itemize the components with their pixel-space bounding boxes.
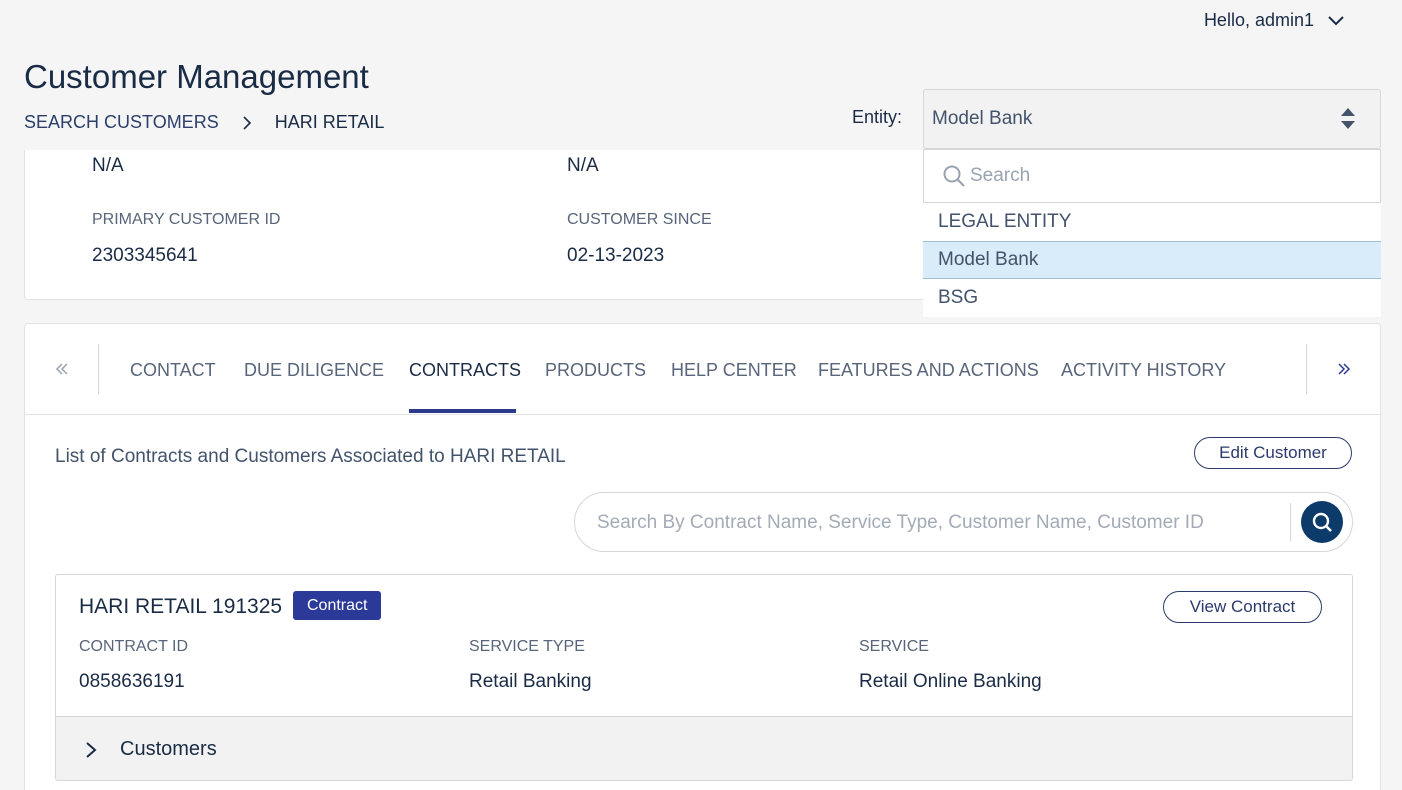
tab-features-and-actions[interactable]: FEATURES AND ACTIONS — [818, 360, 1039, 381]
contracts-search-button[interactable] — [1301, 501, 1343, 543]
tab-contact[interactable]: CONTACT — [130, 360, 216, 381]
search-icon — [943, 165, 965, 187]
entity-search-field[interactable]: Search — [923, 149, 1381, 203]
tab-help-center[interactable]: HELP CENTER — [671, 360, 797, 381]
contract-id-label: CONTRACT ID — [79, 638, 189, 655]
tabs-scroll-right-button[interactable] — [1306, 344, 1380, 394]
entity-label: Entity: — [852, 107, 903, 127]
active-tab-indicator — [409, 409, 516, 413]
contract-card: HARI RETAIL 191325 Contract View Contrac… — [55, 574, 1353, 781]
entity-select[interactable]: Model Bank — [923, 89, 1381, 149]
double-chevron-right-icon — [1337, 363, 1350, 375]
contract-title: HARI RETAIL 191325 — [79, 595, 283, 618]
view-contract-button[interactable]: View Contract — [1163, 591, 1322, 623]
service-type-label: SERVICE TYPE — [469, 638, 585, 655]
edit-customer-button[interactable]: Edit Customer — [1194, 437, 1352, 469]
sort-arrows-icon — [1341, 108, 1355, 129]
user-menu[interactable]: Hello, admin1 — [1204, 10, 1346, 31]
entity-option-model-bank[interactable]: Model Bank — [923, 241, 1381, 279]
user-greeting: Hello, admin1 — [1203, 10, 1314, 30]
tab-products[interactable]: PRODUCTS — [545, 360, 646, 381]
contract-badge: Contract — [293, 591, 382, 620]
customer-since-label: CUSTOMER SINCE — [567, 211, 712, 228]
primary-customer-id-label: PRIMARY CUSTOMER ID — [92, 211, 281, 228]
contract-id-value: 0858636191 — [79, 671, 185, 692]
search-icon — [1312, 512, 1332, 532]
chevron-right-icon — [243, 115, 251, 130]
tab-due-diligence[interactable]: DUE DILIGENCE — [244, 360, 384, 381]
info-value-na-1: N/A — [92, 155, 124, 176]
entity-dropdown-list: LEGAL ENTITY Model Bank BSG — [923, 203, 1381, 317]
tab-contracts[interactable]: CONTRACTS — [409, 360, 521, 381]
customers-expand-row[interactable]: Customers — [56, 716, 1352, 780]
contracts-search-box — [574, 492, 1353, 552]
info-value-na-2: N/A — [567, 155, 599, 176]
entity-search-placeholder: Search — [970, 165, 1031, 186]
tabs-bar: CONTACT DUE DILIGENCE CONTRACTS PRODUCTS… — [25, 324, 1380, 415]
contracts-search-input[interactable] — [597, 507, 1277, 539]
tab-activity-history[interactable]: ACTIVITY HISTORY — [1061, 360, 1226, 381]
page-title: Customer Management — [24, 58, 369, 95]
entity-selected-value: Model Bank — [932, 108, 1033, 129]
entity-option-legal-entity: LEGAL ENTITY — [938, 211, 1072, 232]
entity-option-bsg[interactable]: BSG — [923, 279, 1381, 317]
double-chevron-left-icon — [55, 363, 68, 375]
search-divider — [1290, 503, 1291, 541]
service-type-value: Retail Banking — [469, 671, 592, 692]
contracts-list-title: List of Contracts and Customers Associat… — [55, 446, 566, 467]
customers-label: Customers — [120, 738, 217, 760]
customer-details-card: CONTACT DUE DILIGENCE CONTRACTS PRODUCTS… — [24, 323, 1381, 790]
service-label: SERVICE — [859, 638, 929, 655]
breadcrumb-search-customers[interactable]: SEARCH CUSTOMERS — [24, 112, 219, 133]
tabs-scroll-left-button[interactable] — [25, 344, 99, 394]
primary-customer-id-value: 2303345641 — [92, 245, 198, 266]
service-value: Retail Online Banking — [859, 671, 1042, 692]
chevron-right-icon — [86, 741, 97, 758]
breadcrumb: SEARCH CUSTOMERS HARI RETAIL — [24, 112, 384, 133]
chevron-down-icon — [1328, 15, 1344, 25]
breadcrumb-current: HARI RETAIL — [274, 112, 385, 132]
customer-since-value: 02-13-2023 — [567, 245, 665, 266]
